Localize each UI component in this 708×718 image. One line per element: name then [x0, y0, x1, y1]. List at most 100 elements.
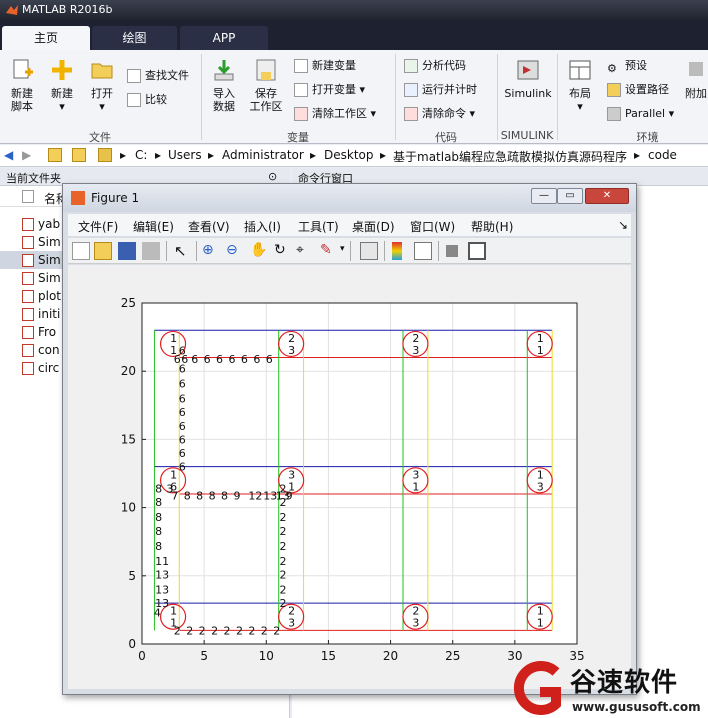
zoom-in-icon[interactable]: ⊕ — [202, 242, 220, 260]
legend-icon[interactable] — [414, 242, 432, 260]
data-label: 8 — [155, 511, 162, 524]
compare-button[interactable]: 比较 — [127, 90, 167, 110]
file-row[interactable]: Fro — [22, 323, 56, 341]
data-label: 8 — [184, 489, 191, 502]
pan-icon[interactable]: ✋ — [250, 242, 268, 260]
close-button[interactable]: ✕ — [585, 188, 629, 204]
breadcrumb-users[interactable]: Users — [168, 148, 202, 162]
brand-logo-icon — [513, 661, 561, 715]
menu-desktop[interactable]: 桌面(D) — [352, 218, 395, 235]
menu-view[interactable]: 查看(V) — [188, 218, 230, 235]
breadcrumb-c[interactable]: C: — [135, 148, 147, 162]
pointer-icon[interactable]: ↖ — [174, 242, 192, 260]
menu-help[interactable]: 帮助(H) — [471, 218, 513, 235]
file-row[interactable]: con — [22, 341, 60, 359]
menu-file[interactable]: 文件(F) — [78, 218, 118, 235]
breadcrumb-administrator[interactable]: Administrator — [222, 148, 304, 162]
open-button[interactable]: 打开 ▾ — [84, 58, 120, 113]
colorbar-icon[interactable] — [392, 242, 402, 260]
set-path-label: 设置路径 — [625, 83, 669, 96]
file-name: circ — [38, 361, 60, 375]
tab-plots[interactable]: 绘图 — [92, 26, 177, 50]
group-env-label: 环境 — [636, 131, 659, 144]
maximize-button[interactable]: ▭ — [557, 188, 583, 204]
chevron-down-icon[interactable]: ▾ — [340, 244, 345, 254]
rotate-3d-icon[interactable]: ↻ — [274, 242, 292, 260]
m-file-icon — [22, 344, 34, 357]
up-folder-icon[interactable] — [48, 148, 62, 162]
panel-menu-icon[interactable]: ⊙ — [268, 170, 277, 183]
analyze-code-label: 分析代码 — [422, 59, 466, 72]
clear-workspace-button[interactable]: 清除工作区 ▾ — [294, 104, 376, 124]
file-name: plot — [38, 289, 61, 303]
back-arrow-icon[interactable]: ◀ — [4, 148, 13, 162]
set-path-button[interactable]: 设置路径 — [607, 80, 669, 100]
new-script-button[interactable]: 新建 脚本 — [4, 58, 40, 113]
tab-home[interactable]: 主页 — [2, 26, 90, 50]
run-time-button[interactable]: 运行并计时 — [404, 80, 477, 100]
file-row[interactable]: plot — [22, 287, 61, 305]
data-label: 2 — [261, 624, 268, 637]
run-time-icon — [404, 83, 418, 97]
parallel-label: Parallel — [625, 107, 666, 120]
menu-edit[interactable]: 编辑(E) — [133, 218, 174, 235]
print-icon[interactable] — [142, 242, 160, 260]
m-file-icon — [22, 362, 34, 375]
figure-title-bar[interactable]: Figure 1 — ▭ ✕ — [63, 184, 636, 212]
find-files-button[interactable]: 查找文件 — [127, 66, 189, 86]
y-tick-label: 25 — [121, 296, 136, 310]
file-row[interactable]: initi — [22, 305, 60, 323]
breadcrumb-desktop[interactable]: Desktop — [324, 148, 374, 162]
menu-window[interactable]: 窗口(W) — [410, 218, 455, 235]
tab-apps[interactable]: APP — [180, 26, 268, 50]
new-button[interactable]: 新建 ▾ — [44, 58, 80, 113]
file-icon — [22, 190, 34, 203]
clear-commands-button[interactable]: 清除命令 ▾ — [404, 104, 475, 124]
new-variable-label: 新建变量 — [312, 59, 356, 72]
group-variable-label: 变量 — [287, 131, 309, 144]
minimize-button[interactable]: — — [531, 188, 557, 204]
data-label: 6 — [216, 353, 223, 366]
data-label: 9 — [286, 489, 293, 502]
file-row[interactable]: Sim — [22, 269, 61, 287]
data-label: 4 — [154, 607, 161, 620]
data-label: 2 — [224, 624, 231, 637]
layout-button[interactable]: 布局 ▾ — [562, 58, 598, 113]
link-plot-icon[interactable] — [360, 242, 378, 260]
find-files-icon — [127, 69, 141, 83]
addons-button[interactable]: 附加 — [684, 58, 708, 100]
import-data-button[interactable]: 导入 数据 — [206, 58, 242, 113]
file-row[interactable]: Sim — [22, 233, 61, 251]
menu-insert[interactable]: 插入(I) — [244, 218, 281, 235]
run-time-label: 运行并计时 — [422, 83, 477, 96]
clear-commands-icon — [404, 107, 418, 121]
data-label: 2 — [279, 568, 286, 581]
forward-arrow-icon[interactable]: ▶ — [22, 148, 31, 162]
data-label: 2 — [211, 624, 218, 637]
new-variable-button[interactable]: 新建变量 — [294, 56, 356, 76]
analyze-code-button[interactable]: 分析代码 — [404, 56, 466, 76]
open-file-icon[interactable] — [94, 242, 112, 260]
save-workspace-button[interactable]: 保存 工作区 — [246, 58, 286, 113]
show-plot-tools-icon[interactable] — [468, 242, 486, 260]
import-data-label: 导入 数据 — [213, 87, 235, 113]
save-icon[interactable] — [118, 242, 136, 260]
breadcrumb-project[interactable]: 基于matlab编程应急疏散模拟仿真源码程序 — [393, 148, 627, 165]
simulink-button[interactable]: Simulink — [502, 58, 554, 100]
browse-folder-icon[interactable] — [72, 148, 86, 162]
data-cursor-icon[interactable]: ⌖ — [296, 242, 314, 260]
file-row[interactable]: circ — [22, 359, 59, 377]
open-variable-button[interactable]: 打开变量 ▾ — [294, 80, 365, 100]
parallel-button[interactable]: Parallel ▾ — [607, 104, 674, 124]
figure-axes-svg[interactable]: 1123231116313113112323116 6 6 6 6 6 6 6 66666666… — [68, 265, 631, 689]
menu-overflow-icon[interactable]: ↘ — [618, 218, 628, 232]
hide-plot-tools-icon[interactable] — [446, 245, 458, 257]
file-row[interactable]: yab — [22, 215, 60, 233]
breadcrumb-code[interactable]: code — [648, 148, 677, 162]
brush-icon[interactable]: ✎ — [320, 242, 338, 260]
menu-tools[interactable]: 工具(T) — [298, 218, 339, 235]
preferences-button[interactable]: ⚙ 预设 — [607, 56, 647, 76]
zoom-out-icon[interactable]: ⊖ — [226, 242, 244, 260]
layout-icon — [569, 60, 591, 80]
new-figure-icon[interactable] — [72, 242, 90, 260]
